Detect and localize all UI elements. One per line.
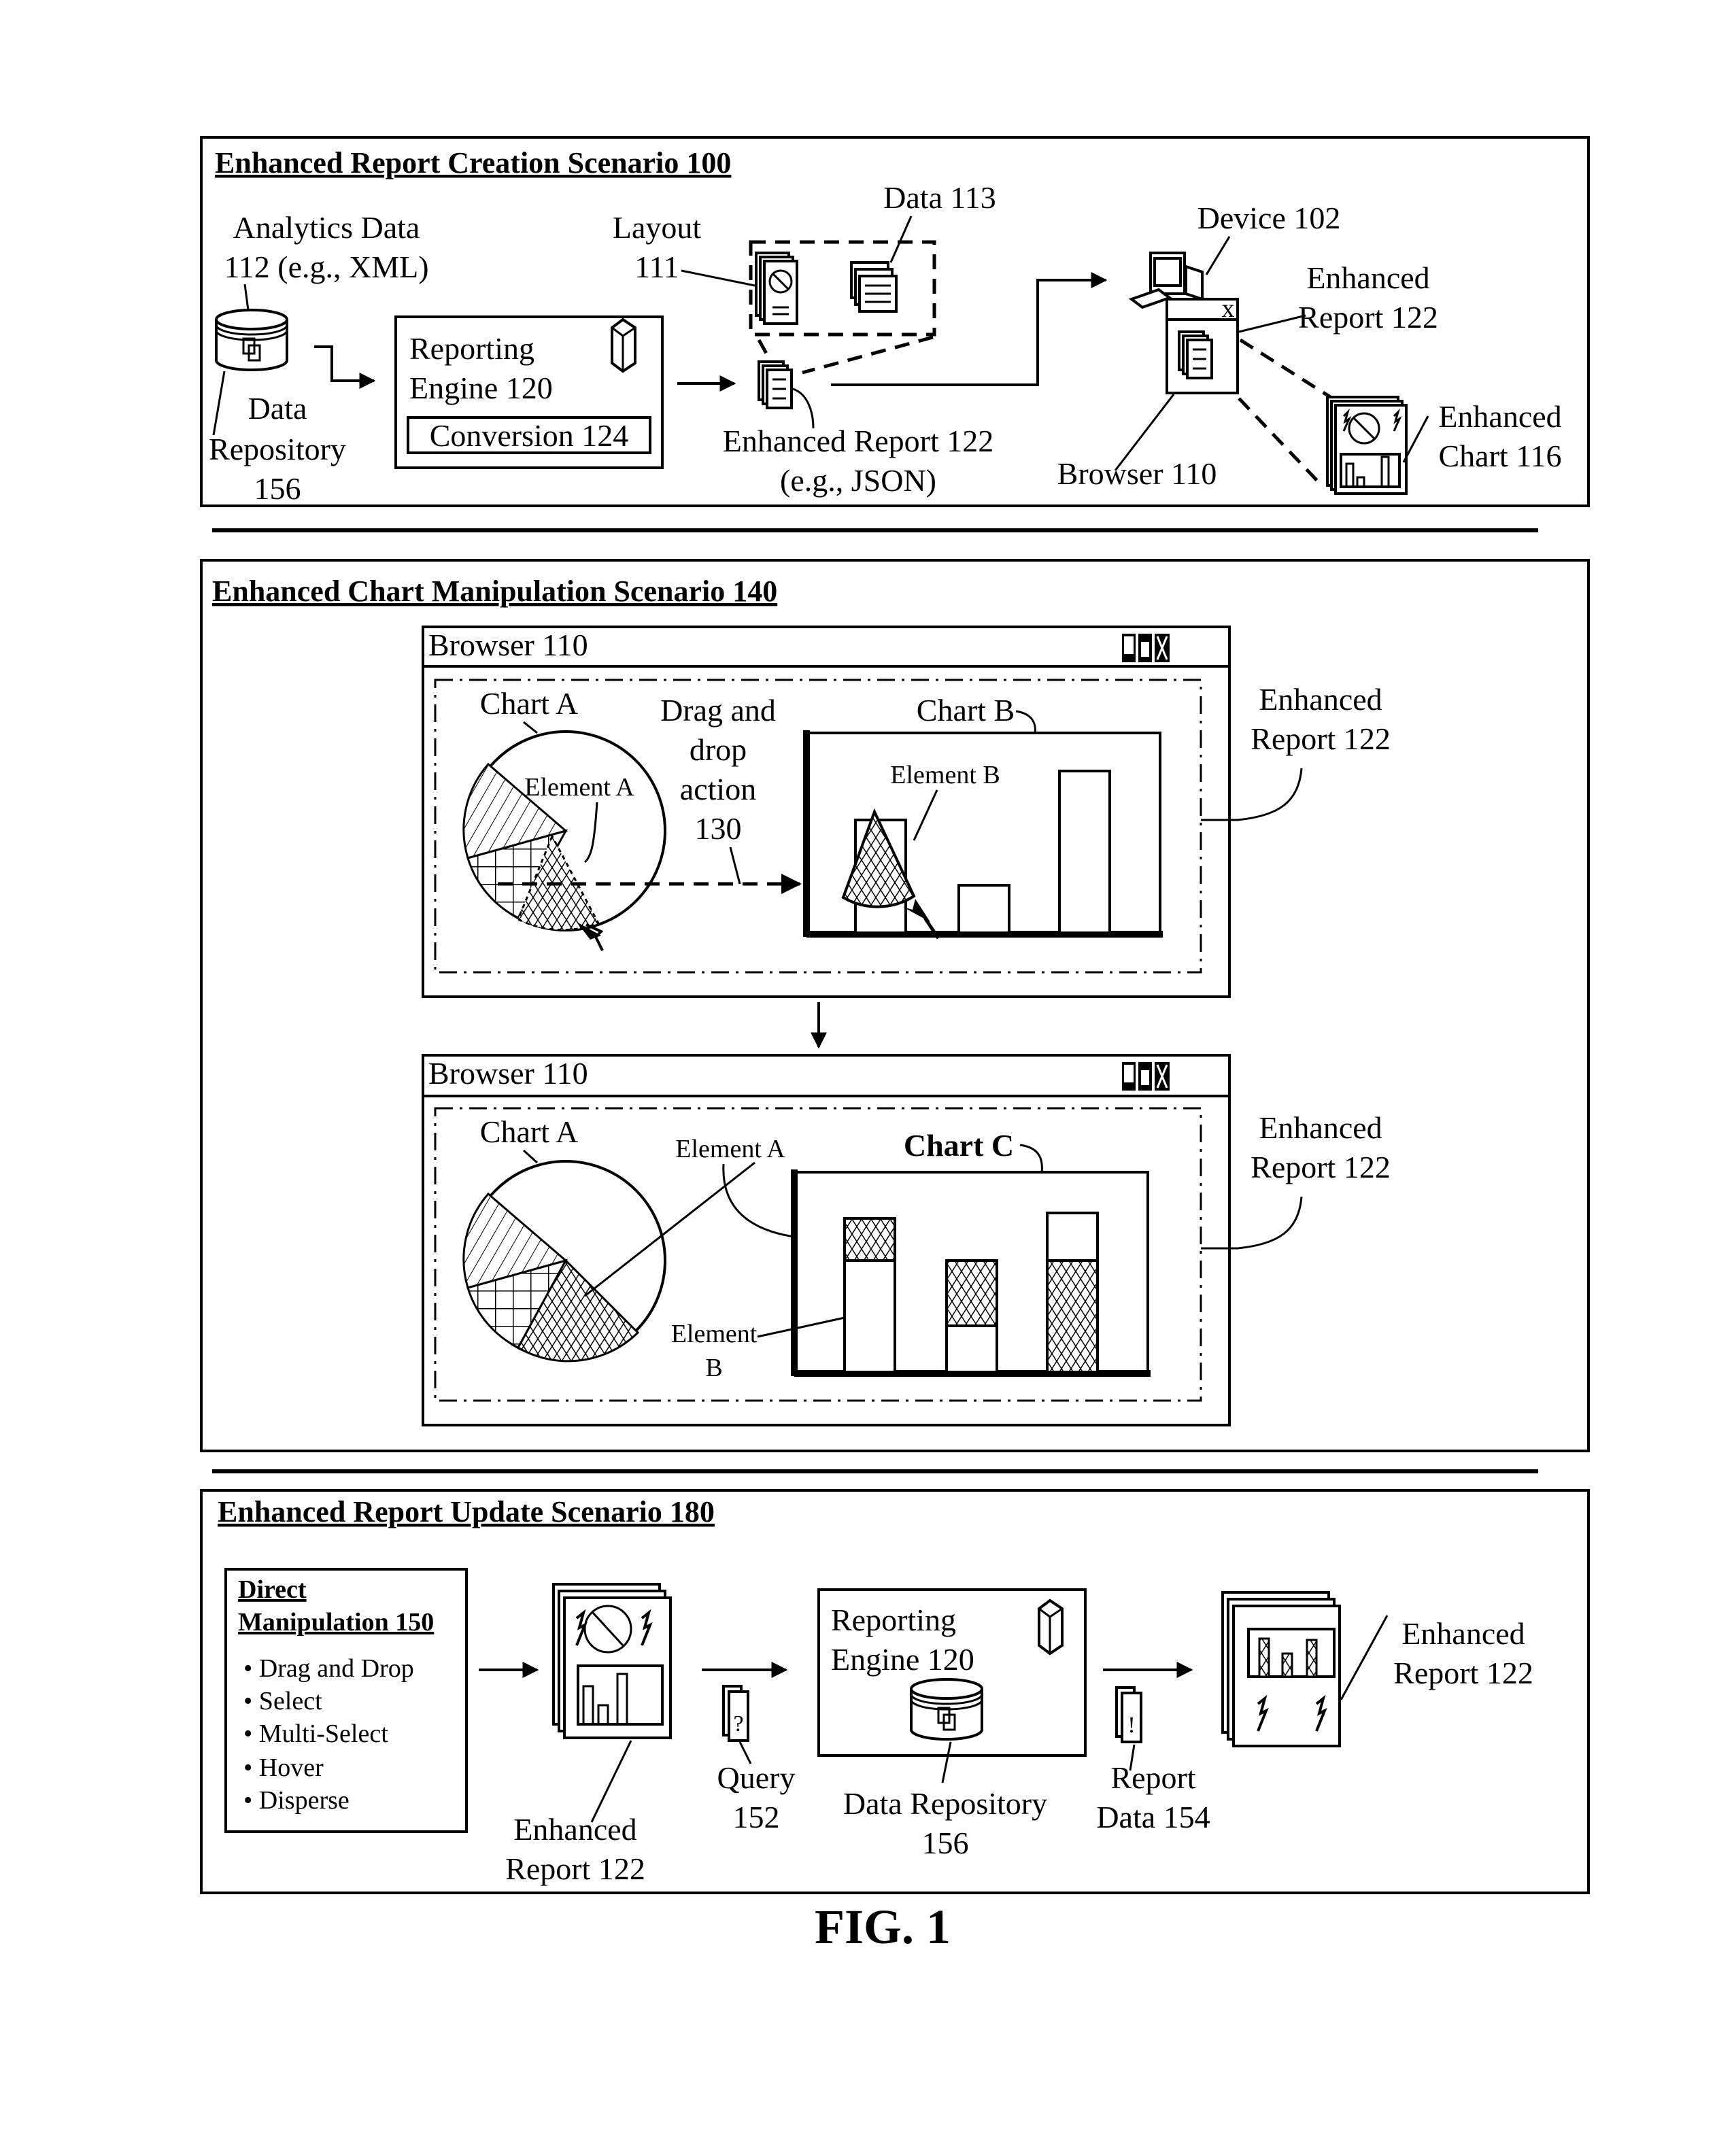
data-repository-label-2: Repository bbox=[209, 432, 346, 466]
drag-label-4: 130 bbox=[695, 811, 742, 846]
chart-c-bar-2-base[interactable] bbox=[945, 1324, 998, 1373]
direct-manipulation-heading-1: Direct bbox=[238, 1575, 307, 1604]
window-controls-top bbox=[1122, 634, 1170, 662]
chart-b-bar-2[interactable] bbox=[957, 884, 1010, 934]
scenario-180-title: Enhanced Report Update Scenario 180 bbox=[218, 1495, 715, 1528]
browser-top-title: Browser 110 bbox=[428, 628, 588, 662]
question-mark-icon: ? bbox=[733, 1711, 743, 1736]
scenario-100-title: Enhanced Report Creation Scenario 100 bbox=[215, 146, 731, 179]
browser-window-icon: _ x bbox=[1166, 294, 1239, 394]
chart-c-bar-3-top[interactable] bbox=[1046, 1212, 1099, 1262]
data-repository-180-number: 156 bbox=[922, 1826, 969, 1860]
exclamation-icon: ! bbox=[1127, 1713, 1135, 1738]
scenario-140-panel: Enhanced Chart Manipulation Scenario 140… bbox=[200, 559, 1590, 1452]
window-controls-bottom bbox=[1122, 1062, 1170, 1091]
report-data-label: Report bbox=[1110, 1760, 1195, 1795]
enhanced-report-json-label: Enhanced Report 122 bbox=[723, 424, 994, 458]
patent-figure: Enhanced Report Creation Scenario 100 An… bbox=[200, 136, 1590, 1954]
window-controls: _ x bbox=[1202, 294, 1235, 323]
data-repository-label: Data bbox=[248, 391, 307, 426]
analytics-data-label: Analytics Data bbox=[233, 210, 420, 245]
enhanced-report-right-label: Enhanced bbox=[1401, 1616, 1525, 1651]
layout-number: 111 bbox=[634, 250, 679, 284]
reporting-engine-label: Reporting bbox=[409, 331, 534, 366]
enhanced-report-number: Report 122 bbox=[1298, 300, 1438, 335]
browser-label: Browser 110 bbox=[1057, 456, 1217, 491]
manipulation-item-multi-select: • Multi-Select bbox=[243, 1719, 388, 1748]
drag-label-2: drop bbox=[690, 732, 747, 767]
element-b-label: Element B bbox=[890, 761, 1000, 789]
analytics-data-number: 112 (e.g., XML) bbox=[224, 250, 428, 284]
chart-b-bar-3[interactable] bbox=[1058, 770, 1111, 934]
manipulation-item-hover: • Hover bbox=[243, 1753, 324, 1782]
server-icon-180 bbox=[1038, 1598, 1064, 1656]
drag-label-3: action bbox=[680, 772, 756, 806]
enhanced-report-json-icon bbox=[758, 360, 793, 409]
enhanced-chart-label: Enhanced bbox=[1438, 399, 1561, 434]
data-repository-180-label: Data Repository bbox=[843, 1786, 1047, 1821]
reporting-engine-180-number: Engine 120 bbox=[831, 1642, 974, 1677]
enhanced-report-left-label: Enhanced bbox=[513, 1812, 636, 1847]
chart-c-bar-3-element-a[interactable] bbox=[1046, 1259, 1099, 1373]
device-label: Device 102 bbox=[1197, 201, 1341, 235]
data-document-icon bbox=[850, 261, 898, 313]
chart-c-bar-chart bbox=[791, 1169, 1151, 1377]
chart-b-label: Chart B bbox=[917, 693, 1015, 728]
conversion-label: Conversion 124 bbox=[430, 418, 629, 453]
report-data-document-icon: ! bbox=[1115, 1686, 1142, 1743]
enhanced-report-right-icon bbox=[1221, 1591, 1341, 1747]
element-b-label-bottom-2: B bbox=[705, 1354, 722, 1382]
chart-a-pie-bottom bbox=[462, 1160, 666, 1363]
chart-a-label: Chart A bbox=[480, 686, 578, 721]
drag-label-1: Drag and bbox=[660, 693, 776, 728]
manipulation-item-drag-drop: • Drag and Drop bbox=[243, 1654, 414, 1683]
enhanced-report-left-number: Report 122 bbox=[505, 1851, 645, 1886]
report-label-top-2: Report 122 bbox=[1251, 721, 1391, 756]
query-document-icon: ? bbox=[722, 1685, 749, 1742]
chart-a-label-bottom: Chart A bbox=[480, 1114, 578, 1149]
database-icon bbox=[215, 309, 288, 371]
scenario-100-panel: Enhanced Report Creation Scenario 100 An… bbox=[200, 136, 1590, 507]
layout-document-icon bbox=[755, 252, 798, 325]
scenario-180-panel: Enhanced Report Update Scenario 180 Dire… bbox=[200, 1489, 1590, 1894]
manipulation-item-disperse: • Disperse bbox=[243, 1786, 350, 1815]
data-repository-number: 156 bbox=[254, 471, 301, 506]
chart-c-label: Chart C bbox=[904, 1128, 1014, 1163]
direct-manipulation-heading-2: Manipulation 150 bbox=[238, 1608, 434, 1637]
report-label-top-1: Enhanced bbox=[1259, 682, 1382, 717]
element-a-label-bottom: Element A bbox=[675, 1135, 785, 1163]
scenario-140-title: Enhanced Chart Manipulation Scenario 140 bbox=[212, 575, 777, 608]
query-label: Query bbox=[717, 1760, 796, 1795]
database-icon-180 bbox=[910, 1678, 983, 1741]
enhanced-chart-icon bbox=[1326, 396, 1408, 495]
report-label-bottom-2: Report 122 bbox=[1251, 1150, 1391, 1184]
server-icon bbox=[611, 318, 636, 373]
reporting-engine-label-2: Engine 120 bbox=[409, 371, 553, 405]
enhanced-report-left-icon bbox=[552, 1583, 672, 1739]
figure-label: FIG. 1 bbox=[815, 1900, 951, 1954]
element-b-label-bottom-1: Element bbox=[671, 1320, 758, 1348]
layout-label: Layout bbox=[613, 210, 702, 245]
chart-c-bar-1-element-a[interactable] bbox=[843, 1217, 896, 1262]
chart-c-bar-2-element-a[interactable] bbox=[945, 1259, 998, 1327]
data-113-label: Data 113 bbox=[883, 180, 996, 215]
reporting-engine-180-label: Reporting bbox=[831, 1603, 956, 1637]
enhanced-chart-number: Chart 116 bbox=[1439, 439, 1562, 473]
enhanced-report-right-number: Report 122 bbox=[1393, 1656, 1533, 1690]
report-data-number: Data 154 bbox=[1096, 1800, 1210, 1834]
element-a-label: Element A bbox=[524, 773, 634, 802]
query-number: 152 bbox=[733, 1800, 780, 1834]
enhanced-report-json-format: (e.g., JSON) bbox=[780, 463, 936, 498]
report-label-bottom-1: Enhanced bbox=[1259, 1110, 1382, 1145]
chart-c-bar-1-base[interactable] bbox=[843, 1259, 896, 1373]
enhanced-report-label: Enhanced bbox=[1306, 260, 1429, 295]
browser-bottom-title: Browser 110 bbox=[428, 1056, 588, 1091]
manipulation-item-select: • Select bbox=[243, 1687, 322, 1715]
